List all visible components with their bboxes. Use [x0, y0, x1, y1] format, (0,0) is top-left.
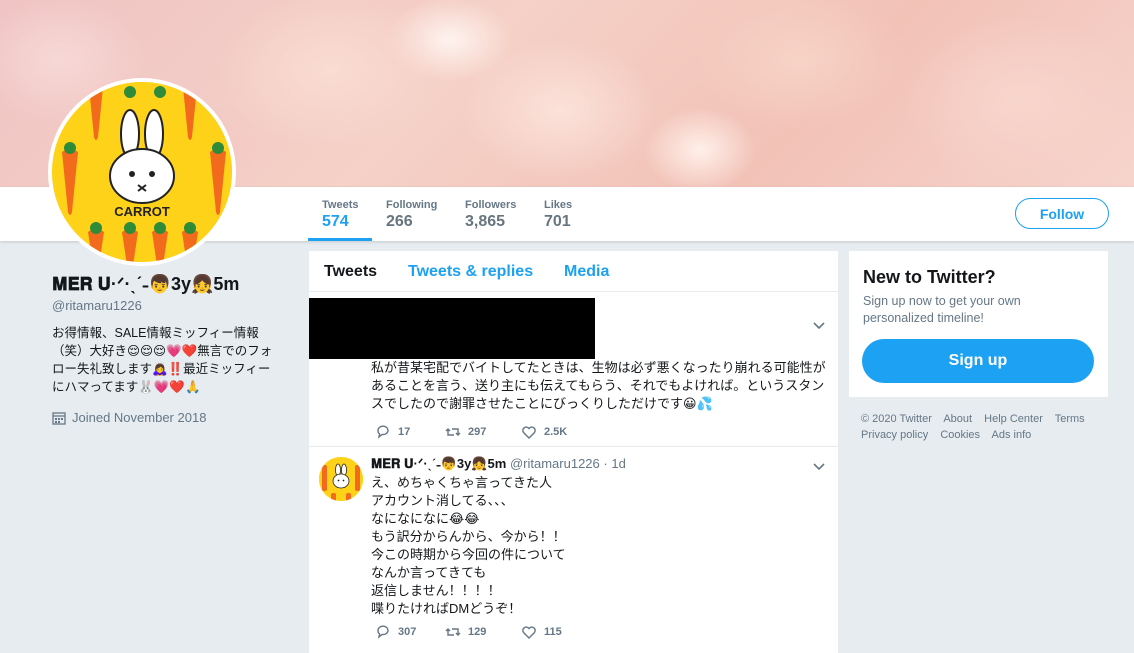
tweet-avatar[interactable] — [319, 457, 363, 501]
tweet-author-name[interactable]: 𝐌𝐄𝐑 𝐔·ᐟ·ˎˊ˗👦3y👧5m — [371, 456, 506, 471]
retweet-count: 297 — [468, 426, 487, 438]
stat-label: Tweets — [322, 199, 359, 211]
miffy-carrot-avatar — [319, 457, 363, 501]
footer-link-about[interactable]: About — [943, 413, 972, 425]
tweet-line: 返信しません！！！！ — [371, 583, 501, 598]
signup-title: New to Twitter? — [863, 267, 996, 287]
tweet-line: 喋りたければDMどうぞ！ — [371, 601, 522, 616]
chevron-down-icon[interactable] — [812, 459, 826, 473]
miffy-carrot-avatar: CARROT — [52, 82, 232, 262]
stat-value: 574 — [322, 213, 349, 230]
tweet-line: アカウント消してる、、、 — [371, 493, 514, 508]
tweet-line: 今この時期から今回の件について — [371, 547, 566, 562]
profile-bio: お得情報、SALE情報ミッフィー情報（笑）大好き😌😌😌💗❤️無言でのフォロー失礼… — [52, 326, 273, 394]
retweet-button[interactable]: 129 — [445, 624, 521, 640]
tweet-actions: 307 129 115 — [375, 624, 562, 640]
footer-link-privacy[interactable]: Privacy policy — [861, 429, 928, 441]
tweet-text: え、めちゃくちゃ言ってきた人 アカウント消してる、、、 なになになに😂😂 もう訳… — [371, 474, 821, 618]
like-count: 2.5K — [544, 426, 568, 438]
tweet[interactable]: 𝐌𝐄𝐑 𝐔·ᐟ·ˎˊ˗👦3y👧5m @ritamaru1226 · 1d え、め… — [309, 447, 838, 653]
reply-button[interactable]: 17 — [375, 424, 445, 440]
redacted-block — [309, 298, 595, 359]
tweet-line: なんか言ってきても — [371, 565, 487, 580]
reply-count: 307 — [398, 626, 417, 638]
tweet[interactable]: 私が昔某宅配でバイトしてたときは、生物は必ず悪くなったり崩れる可能性があることを… — [309, 292, 838, 447]
nav-likes[interactable]: Likes 701 — [530, 187, 586, 241]
stat-value: 266 — [386, 213, 413, 230]
avatar[interactable]: CARROT — [48, 78, 236, 266]
footer-link-cookies[interactable]: Cookies — [940, 429, 980, 441]
profile-joined: Joined November 2018 — [52, 410, 206, 425]
stat-value: 701 — [544, 213, 571, 230]
nav-tweets[interactable]: Tweets 574 — [308, 187, 372, 241]
retweet-icon — [445, 628, 461, 636]
chevron-down-icon[interactable] — [812, 318, 826, 332]
stat-label: Following — [386, 199, 438, 211]
profile-name[interactable]: 𝐌𝐄𝐑 𝐔·ᐟ·ˎˊ˗👦3y👧5m — [52, 274, 239, 295]
tweet-header: 𝐌𝐄𝐑 𝐔·ᐟ·ˎˊ˗👦3y👧5m @ritamaru1226 · 1d — [371, 456, 626, 472]
footer-links: © 2020 Twitter About Help Center Terms P… — [861, 411, 1101, 443]
reply-icon — [377, 425, 389, 439]
stat-label: Likes — [544, 199, 573, 211]
reply-count: 17 — [398, 426, 411, 438]
signup-subtitle: Sign up now to get your own personalized… — [863, 294, 1021, 325]
tweet-text: 私が昔某宅配でバイトしてたときは、生物は必ず悪くなったり崩れる可能性があることを… — [371, 360, 826, 411]
follow-button[interactable]: Follow — [1015, 198, 1109, 229]
timeline-tabs: Tweets Tweets & replies Media — [309, 251, 838, 292]
tab-media[interactable]: Media — [564, 263, 609, 281]
heart-icon — [522, 626, 536, 639]
reply-icon — [377, 625, 389, 639]
tweet-line: なになになに😂😂 — [371, 511, 480, 526]
signup-card: New to Twitter? Sign up now to get your … — [849, 251, 1108, 397]
heart-icon — [522, 426, 536, 439]
stat-value: 3,865 — [465, 213, 506, 230]
tweet-time[interactable]: 1d — [611, 456, 625, 471]
tweet-dot: · — [603, 456, 608, 471]
signup-button[interactable]: Sign up — [862, 339, 1094, 383]
tweet-line: え、めちゃくちゃ言ってきた人 — [371, 475, 552, 490]
tweet-line: もう訳分からんから、今から！！ — [371, 529, 566, 544]
reply-button[interactable]: 307 — [375, 624, 445, 640]
nav-following[interactable]: Following 266 — [372, 187, 451, 241]
tweet-actions: 17 297 2.5K — [375, 424, 567, 440]
like-count: 115 — [544, 626, 562, 638]
footer-link-terms[interactable]: Terms — [1055, 413, 1085, 425]
nav-followers[interactable]: Followers 3,865 — [451, 187, 530, 241]
footer-link-help[interactable]: Help Center — [984, 413, 1043, 425]
retweet-button[interactable]: 297 — [445, 424, 521, 440]
footer-copyright: © 2020 Twitter — [861, 413, 932, 425]
profile-handle[interactable]: @ritamaru1226 — [52, 298, 142, 313]
footer-link-ads[interactable]: Ads info — [992, 429, 1032, 441]
avatar-text: CARROT — [114, 204, 170, 219]
retweet-count: 129 — [468, 626, 487, 638]
joined-text: Joined November 2018 — [72, 410, 207, 425]
like-button[interactable]: 115 — [521, 624, 562, 640]
stat-label: Followers — [465, 199, 517, 211]
calendar-icon — [52, 411, 66, 425]
tab-tweets[interactable]: Tweets — [324, 263, 377, 281]
tab-tweets-replies[interactable]: Tweets & replies — [408, 263, 533, 281]
retweet-icon — [445, 428, 461, 436]
timeline: Tweets Tweets & replies Media 私が昔某宅配でバイト… — [309, 251, 838, 653]
like-button[interactable]: 2.5K — [521, 424, 567, 440]
tweet-author-handle[interactable]: @ritamaru1226 — [510, 456, 600, 471]
